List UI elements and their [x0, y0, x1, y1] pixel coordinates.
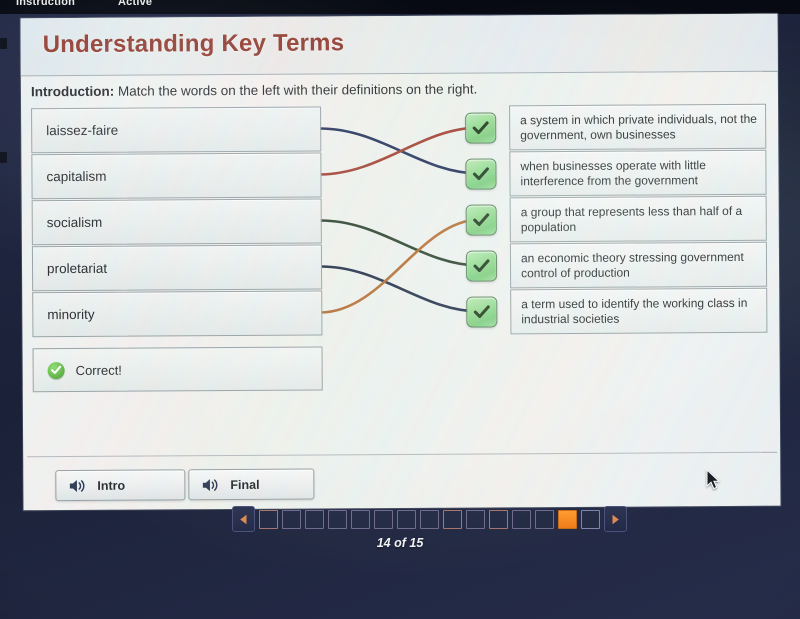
- check-button-4[interactable]: [465, 250, 498, 282]
- connector-line-4: [318, 265, 482, 313]
- audio-button-final-label: Final: [230, 477, 260, 492]
- os-bar-label-instruction: Instruction: [16, 0, 76, 8]
- speaker-icon: [202, 478, 218, 491]
- lesson-panel: Understanding Key Terms Introduction: Ma…: [20, 13, 781, 511]
- speaker-icon: [69, 479, 85, 492]
- term-label-3: socialism: [46, 214, 103, 231]
- check-button-1[interactable]: [465, 112, 497, 144]
- definition-text-5: a term used to identify the working clas…: [521, 295, 748, 326]
- check-button-5[interactable]: [466, 296, 498, 328]
- definition-box-1[interactable]: a system in which private individuals, n…: [509, 103, 767, 151]
- term-label-5: minority: [47, 306, 95, 323]
- page-square-9[interactable]: [443, 509, 462, 529]
- definition-text-3: a group that represents less than half o…: [520, 203, 743, 234]
- prev-page-button[interactable]: [232, 506, 255, 532]
- check-circle-icon: [47, 361, 65, 379]
- connector-line-2: [318, 126, 481, 176]
- definition-box-5[interactable]: a term used to identify the working clas…: [510, 287, 768, 335]
- page-square-8[interactable]: [420, 509, 439, 529]
- page-counter: 14 of 15: [376, 536, 424, 550]
- page-square-7[interactable]: [397, 509, 416, 529]
- instruction-line: Introduction: Match the words on the lef…: [31, 82, 478, 100]
- checkmark-icon: [473, 305, 490, 319]
- page-square-6[interactable]: [374, 509, 393, 529]
- term-label-1: laissez-faire: [46, 122, 119, 139]
- connector-line-3: [318, 219, 482, 267]
- connector-line-1: [317, 127, 481, 175]
- term-box-5[interactable]: minority: [32, 290, 323, 338]
- page-square-1[interactable]: [259, 509, 278, 529]
- page-square-4[interactable]: [328, 509, 347, 529]
- pagination-bar: [232, 506, 627, 532]
- audio-button-intro[interactable]: Intro: [55, 469, 186, 502]
- term-box-3[interactable]: socialism: [31, 198, 322, 246]
- page-square-5[interactable]: [351, 509, 370, 529]
- term-box-2[interactable]: capitalism: [31, 152, 322, 200]
- instruction-text: Match the words on the left with their d…: [114, 81, 478, 99]
- term-label-4: proletariat: [46, 260, 108, 277]
- term-box-1[interactable]: laissez-faire: [31, 106, 322, 154]
- definition-box-2[interactable]: when businesses operate with little inte…: [509, 149, 767, 197]
- triangle-left-icon: [240, 514, 247, 524]
- screen: Instruction Active Understanding Key Ter…: [0, 0, 800, 619]
- footer-divider: [27, 451, 778, 458]
- lesson-header: Understanding Key Terms: [20, 13, 778, 77]
- feedback-banner: Correct!: [32, 346, 323, 393]
- feedback-text: Correct!: [75, 362, 122, 378]
- page-square-2[interactable]: [282, 509, 301, 529]
- connector-line-5: [319, 218, 482, 314]
- triangle-right-icon: [612, 514, 619, 524]
- page-square-10[interactable]: [466, 509, 485, 529]
- definition-box-4[interactable]: an economic theory stressing government …: [509, 241, 768, 289]
- page-square-11[interactable]: [489, 509, 508, 529]
- checkmark-icon: [473, 259, 490, 273]
- screen-edge-tick-bottom: [0, 152, 7, 163]
- term-label-2: capitalism: [46, 168, 107, 185]
- instruction-prefix: Introduction:: [30, 83, 115, 100]
- page-title: Understanding Key Terms: [42, 29, 345, 59]
- next-page-button[interactable]: [604, 506, 627, 532]
- term-box-4[interactable]: proletariat: [31, 244, 323, 292]
- definition-text-2: when businesses operate with little inte…: [520, 158, 706, 188]
- page-square-15[interactable]: [581, 509, 600, 529]
- page-square-3[interactable]: [305, 509, 324, 529]
- page-square-12[interactable]: [512, 509, 531, 529]
- definition-text-1: a system in which private individuals, n…: [520, 111, 757, 142]
- os-bar-label-active: Active: [118, 0, 153, 8]
- audio-button-final[interactable]: Final: [188, 468, 315, 501]
- definition-text-4: an economic theory stressing government …: [520, 249, 744, 280]
- screen-edge-tick-top: [0, 38, 7, 49]
- checkmark-icon: [473, 213, 490, 227]
- checkmark-icon: [472, 167, 489, 181]
- check-button-3[interactable]: [465, 204, 497, 236]
- page-square-13[interactable]: [535, 509, 554, 529]
- page-square-14-current[interactable]: [558, 509, 577, 529]
- definition-box-3[interactable]: a group that represents less than half o…: [509, 195, 767, 243]
- checkmark-icon: [472, 121, 489, 135]
- os-top-bar: Instruction Active: [0, 0, 800, 14]
- check-button-2[interactable]: [465, 158, 497, 190]
- audio-button-intro-label: Intro: [97, 478, 126, 493]
